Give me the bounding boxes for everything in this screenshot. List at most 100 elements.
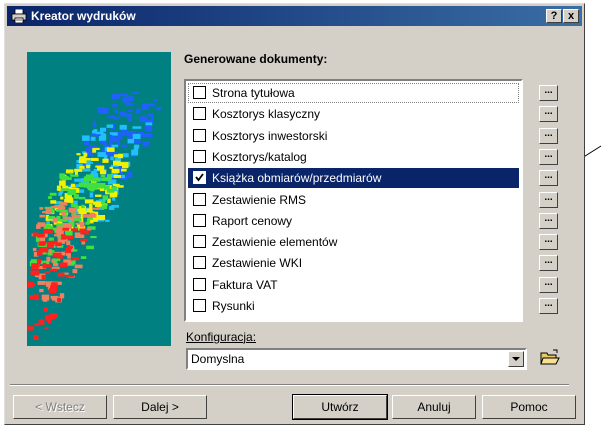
preview-blot	[132, 133, 141, 140]
preview-blot	[106, 124, 114, 128]
cancel-button[interactable]: Anuluj	[392, 395, 476, 419]
document-label: Zestawienie elementów	[212, 235, 338, 250]
document-list-item[interactable]: Strona tytułowa	[188, 83, 519, 103]
preview-blot	[52, 252, 62, 257]
document-options-button[interactable]: ...	[539, 191, 558, 208]
preview-blot	[82, 135, 90, 141]
document-options-button[interactable]: ...	[539, 234, 558, 251]
create-button[interactable]: Utwórz	[292, 394, 388, 420]
document-list-item[interactable]: Zestawienie WKI	[188, 253, 519, 273]
document-checkbox[interactable]	[193, 235, 206, 249]
preview-blot	[64, 248, 71, 253]
combobox-dropdown-button[interactable]	[508, 351, 524, 367]
preview-blot	[108, 206, 115, 210]
preview-blot	[72, 214, 80, 219]
open-folder-icon[interactable]	[540, 349, 560, 367]
document-options-button[interactable]: ...	[539, 298, 558, 314]
preview-blot	[109, 166, 114, 169]
preview-blot	[57, 272, 65, 277]
document-list-item[interactable]: Książka obmiarów/przedmiarów	[188, 168, 519, 189]
preview-blot	[36, 258, 42, 264]
document-list-item[interactable]: Zestawienie elementów	[188, 232, 519, 252]
document-label: Raport cenowy	[212, 213, 293, 228]
preview-blot	[156, 107, 162, 111]
title-help-button[interactable]: ?	[546, 9, 562, 23]
document-options-button[interactable]: ...	[539, 106, 558, 123]
document-options-button[interactable]: ...	[539, 276, 558, 293]
preview-blot	[128, 116, 133, 122]
preview-blot	[74, 168, 83, 172]
title-close-button[interactable]: x	[563, 9, 579, 23]
preview-blot	[59, 262, 68, 268]
preview-blot	[50, 200, 57, 204]
preview-blot	[43, 228, 53, 234]
document-options-button[interactable]: ...	[539, 212, 558, 229]
document-list-item[interactable]: Rysunki	[188, 296, 519, 316]
document-list-item[interactable]: Zestawienie RMS	[188, 190, 519, 210]
preview-blot	[86, 164, 91, 169]
preview-blot	[111, 144, 119, 148]
document-checkbox[interactable]	[193, 256, 206, 270]
preview-blot	[92, 121, 97, 127]
preview-blot	[57, 297, 61, 303]
preview-blot	[61, 211, 66, 216]
preview-blot	[73, 218, 82, 222]
chevron-down-icon	[512, 357, 520, 361]
preview-blot	[43, 297, 48, 302]
document-checkbox[interactable]	[193, 277, 206, 291]
preview-blot	[48, 237, 54, 241]
preview-blot	[66, 240, 71, 246]
preview-blot	[51, 205, 60, 209]
document-checkbox[interactable]	[193, 107, 206, 121]
preview-blot	[60, 218, 67, 222]
help-button[interactable]: Pomoc	[482, 395, 576, 419]
document-options-button[interactable]: ...	[539, 170, 558, 187]
preview-blot	[95, 165, 105, 168]
document-list-item[interactable]: Faktura VAT	[188, 275, 519, 295]
next-button[interactable]: Dalej >	[113, 395, 207, 419]
preview-blot	[107, 147, 115, 152]
preview-blot	[95, 194, 102, 197]
document-list-item[interactable]: Kosztorys inwestorski	[188, 126, 519, 146]
document-checkbox[interactable]	[193, 149, 206, 163]
document-checkbox[interactable]	[193, 299, 206, 312]
document-options-button[interactable]: ...	[539, 255, 558, 272]
preview-blot	[39, 214, 46, 218]
document-checkbox[interactable]	[193, 171, 206, 185]
preview-blot	[78, 211, 87, 214]
document-list-item[interactable]: Kosztorys/katalog	[188, 147, 519, 167]
document-options-button[interactable]: ...	[539, 127, 558, 144]
preview-blot	[101, 204, 108, 210]
back-button[interactable]: < Wstecz	[13, 395, 107, 419]
preview-blot	[47, 315, 56, 320]
document-options-button[interactable]: ...	[539, 148, 558, 165]
document-list-item[interactable]: Kosztorys klasyczny	[188, 104, 519, 124]
preview-blot	[70, 174, 79, 177]
preview-blot	[113, 175, 122, 178]
document-options-button[interactable]: ...	[539, 85, 558, 101]
preview-blot	[121, 144, 127, 148]
next-button-label: Dalej >	[141, 400, 179, 414]
preview-blot	[136, 108, 141, 114]
preview-blot	[61, 234, 66, 240]
document-checkbox[interactable]	[193, 128, 206, 142]
button-separator	[10, 384, 569, 386]
document-checkbox[interactable]	[193, 213, 206, 227]
preview-blot	[76, 153, 81, 156]
preview-blot	[99, 170, 107, 175]
preview-blot	[100, 127, 106, 132]
preview-blot	[67, 246, 73, 249]
preview-blot	[44, 271, 50, 274]
documents-listbox[interactable]: Strona tytułowa Kosztorys klasyczny Koszto…	[184, 79, 523, 322]
document-checkbox[interactable]	[193, 86, 206, 99]
preview-blot	[125, 102, 135, 106]
document-label: Strona tytułowa	[212, 86, 295, 100]
preview-blot	[49, 268, 58, 271]
config-combobox[interactable]: Domyslna	[186, 348, 527, 370]
preview-blot	[54, 234, 61, 237]
preview-blot	[53, 262, 59, 267]
document-checkbox[interactable]	[193, 192, 206, 206]
document-list-item[interactable]: Raport cenowy	[188, 211, 519, 231]
preview-blot	[72, 269, 78, 274]
preview-blot	[110, 156, 114, 161]
